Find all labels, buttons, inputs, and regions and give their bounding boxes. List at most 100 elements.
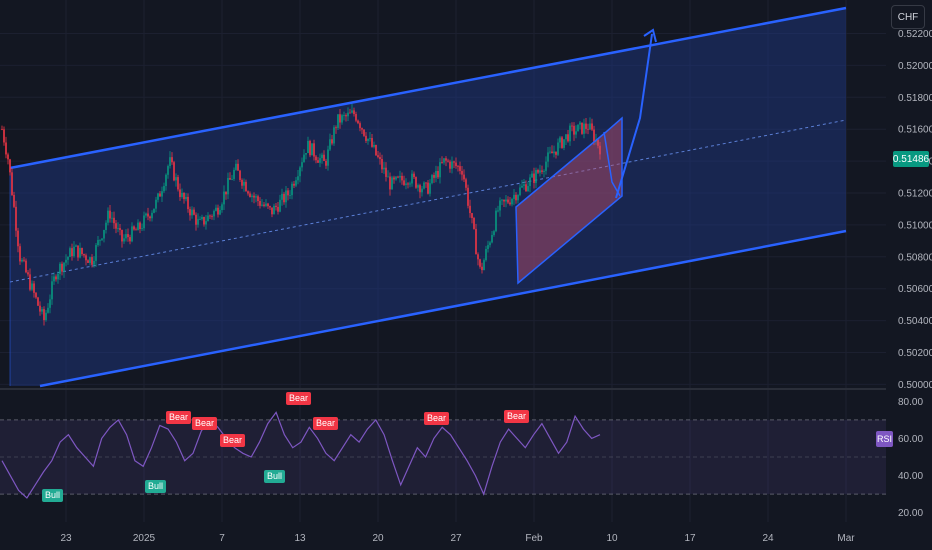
candle-body: [575, 131, 577, 135]
candle-body: [123, 238, 125, 242]
candle-body: [125, 234, 127, 239]
candle-body: [25, 260, 27, 273]
price-tick-label: 0.50600: [898, 284, 932, 295]
candle: [375, 144, 377, 157]
rsi-tick-label: 80.00: [898, 397, 923, 408]
price-tick-label: 0.50400: [898, 316, 932, 327]
candle-body: [579, 122, 581, 125]
candle: [173, 160, 175, 182]
candle-body: [187, 196, 189, 210]
time-tick-label: 23: [60, 533, 72, 544]
bear-signal: Bear: [313, 417, 339, 430]
candle-body: [301, 162, 303, 168]
candle-body: [521, 185, 523, 188]
candle-body: [131, 226, 133, 242]
candle-body: [509, 202, 511, 205]
candle-body: [29, 274, 31, 290]
candle-body: [449, 161, 451, 169]
candle-body: [35, 292, 37, 298]
candle-body: [251, 195, 253, 197]
candle-body: [533, 173, 535, 183]
candle-body: [505, 199, 507, 202]
currency-badge[interactable]: CHF: [891, 5, 925, 29]
candle-body: [317, 160, 319, 163]
candle-body: [447, 160, 449, 162]
candle-body: [437, 170, 439, 178]
candle-body: [203, 216, 205, 225]
candle-body: [383, 167, 385, 170]
candle-body: [247, 191, 249, 194]
bear-signal: Bear: [192, 417, 218, 430]
candle-body: [235, 163, 237, 170]
candle-body: [389, 176, 391, 190]
candle-body: [3, 129, 5, 143]
time-tick-label: 10: [606, 533, 618, 544]
candle-body: [369, 138, 371, 139]
candle-body: [47, 307, 49, 313]
candle-body: [201, 216, 203, 220]
candle: [5, 136, 7, 159]
candle-body: [519, 187, 521, 196]
candle-body: [507, 199, 509, 203]
candle-body: [439, 162, 441, 178]
candle-body: [127, 234, 129, 238]
candle-body: [427, 182, 429, 194]
candle-body: [473, 218, 475, 229]
candle-body: [89, 257, 91, 263]
candle-body: [349, 112, 351, 114]
candle-body: [41, 309, 43, 312]
channel-fill: [10, 8, 846, 386]
candle-body: [243, 181, 245, 186]
candle-body: [413, 173, 415, 178]
candle-body: [457, 166, 459, 167]
candle-body: [19, 246, 21, 262]
candle-body: [379, 157, 381, 159]
candle-body: [231, 178, 233, 180]
candle-body: [259, 200, 261, 206]
candle-body: [111, 217, 113, 219]
candle-body: [341, 115, 343, 123]
price-tick-label: 0.52200: [898, 29, 932, 40]
candle-body: [137, 222, 139, 231]
candle-body: [517, 195, 519, 201]
candle-body: [357, 120, 359, 124]
bear-signal: Bear: [504, 410, 530, 423]
candle-body: [155, 199, 157, 209]
candle-body: [303, 154, 305, 163]
candle-body: [461, 170, 463, 175]
candle-body: [119, 228, 121, 230]
candle-body: [297, 176, 299, 181]
candle-body: [91, 257, 93, 265]
candle: [415, 176, 417, 189]
candle-body: [501, 199, 503, 201]
candle-body: [249, 193, 251, 197]
bull-signal: Bull: [145, 480, 167, 493]
candle-body: [13, 194, 15, 207]
candle-body: [581, 122, 583, 134]
candle-body: [93, 260, 95, 265]
candle-body: [217, 207, 219, 215]
candle-body: [63, 262, 65, 272]
candle-body: [567, 134, 569, 142]
candle-body: [275, 205, 277, 207]
candle-body: [51, 281, 53, 300]
candle-body: [149, 216, 151, 219]
candle-body: [525, 184, 527, 192]
candle-body: [191, 209, 193, 216]
candle-body: [561, 137, 563, 148]
candle-body: [209, 215, 211, 217]
rsi-panel: [0, 411, 886, 499]
candle-body: [425, 182, 427, 184]
candle-body: [553, 151, 555, 154]
candle-body: [193, 209, 195, 215]
candle-body: [331, 139, 333, 144]
candle-body: [133, 226, 135, 230]
candle-body: [33, 283, 35, 293]
candle-body: [463, 174, 465, 180]
bear-signal: Bear: [286, 392, 312, 405]
candle-body: [17, 230, 19, 247]
candle-body: [367, 138, 369, 141]
candle-body: [397, 176, 399, 178]
candle-body: [545, 161, 547, 171]
price-chart[interactable]: 0.522000.520000.518000.516000.514000.512…: [0, 0, 932, 550]
